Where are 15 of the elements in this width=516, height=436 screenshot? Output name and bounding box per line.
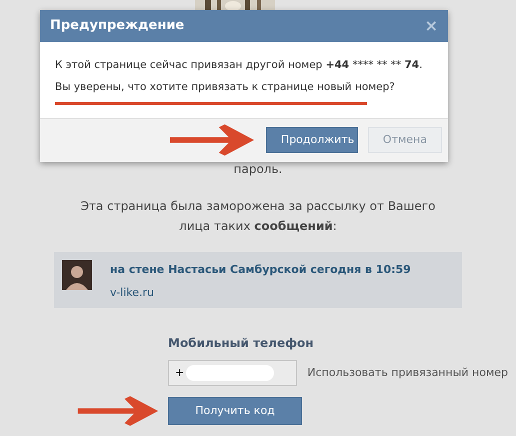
phone-input[interactable]: + (168, 360, 298, 386)
post-link[interactable]: на стене Настасьи Самбурской сегодня в 10:59 (110, 262, 411, 278)
get-code-button[interactable]: Получить код (168, 397, 302, 425)
field-label: Мобильный телефон (168, 335, 315, 352)
dialog-message: К этой странице сейчас привязан другой номер +44 **** ** ** 74. (55, 58, 422, 73)
site-link[interactable]: v-like.ru (110, 284, 411, 301)
arrow-icon (76, 396, 160, 426)
arrow-icon (168, 124, 256, 156)
paragraph: пароль. (234, 161, 282, 178)
dialog-message: Вы уверены, что хотите привязать к странице новый номер? (55, 80, 395, 95)
dialog-button[interactable]: Продолжить (266, 127, 358, 153)
dialog-title: Предупреждение (50, 17, 184, 36)
avatar (62, 260, 92, 290)
frozen-notice: Эта страница была заморожена за рассылку от Вашего лица таких сообщений: (80, 198, 436, 235)
use-linked-link[interactable]: Использовать привязанный номер (307, 364, 508, 382)
